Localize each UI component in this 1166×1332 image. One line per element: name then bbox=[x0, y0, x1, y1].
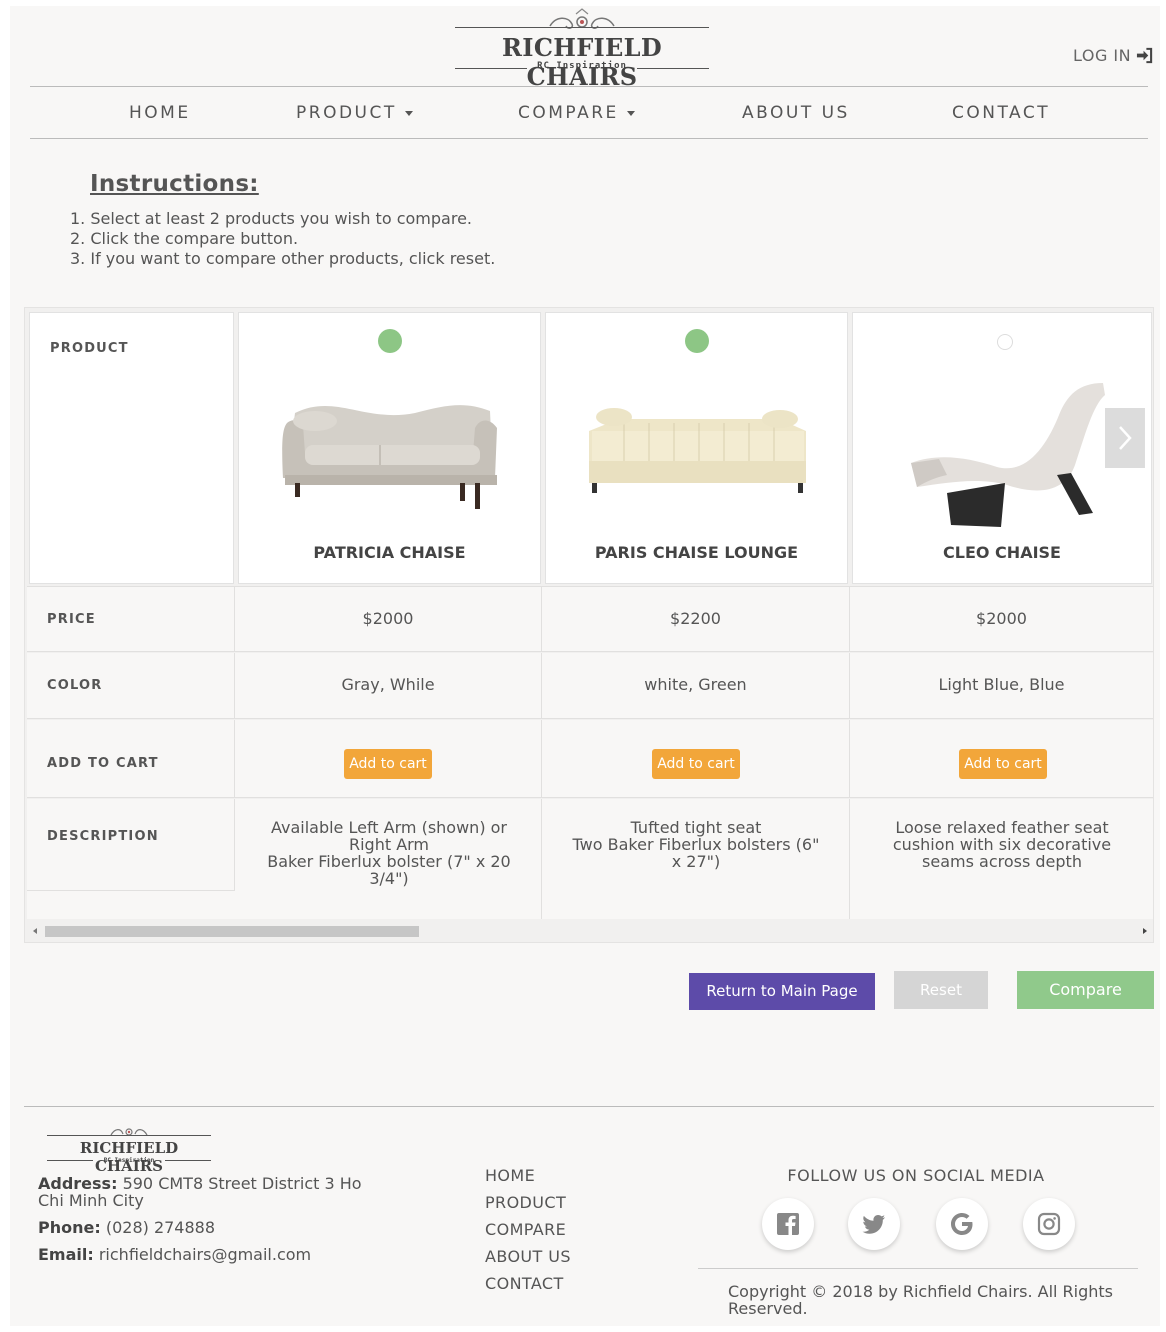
description-cell: Loose relaxed feather seat cushion with … bbox=[892, 818, 1112, 871]
footer-link-product[interactable]: PRODUCT bbox=[485, 1193, 571, 1220]
carousel-next-button[interactable] bbox=[1105, 408, 1145, 468]
facebook-icon bbox=[777, 1213, 799, 1235]
follow-us-label: FOLLOW US ON SOCIAL MEDIA bbox=[787, 1166, 1045, 1185]
compare-table: PRODUCT PATRICIA CHAISE PARIS CHAISE LOU… bbox=[24, 307, 1154, 943]
footer-link-contact[interactable]: CONTACT bbox=[485, 1274, 571, 1301]
footer-link-home[interactable]: HOME bbox=[485, 1166, 571, 1193]
instructions-list: 1. Select at least 2 products you wish t… bbox=[70, 209, 495, 269]
footer-email[interactable]: Email: richfieldchairs@gmail.com bbox=[38, 1246, 311, 1263]
product-row: PRODUCT PATRICIA CHAISE PARIS CHAISE LOU… bbox=[29, 312, 1152, 584]
price-cell: $2200 bbox=[542, 587, 850, 651]
chevron-right-icon bbox=[1119, 426, 1132, 450]
google-icon bbox=[951, 1213, 973, 1235]
google-button[interactable] bbox=[936, 1198, 988, 1250]
price-row: PRICE $2000 $2200 $2000 bbox=[27, 586, 1153, 652]
cart-cell: Add to cart bbox=[235, 720, 542, 797]
nav-contact[interactable]: CONTACT bbox=[952, 103, 1050, 123]
copyright-divider bbox=[698, 1268, 1138, 1269]
compare-button[interactable]: Compare bbox=[1017, 971, 1154, 1009]
footer-divider bbox=[24, 1106, 1154, 1107]
description-row: DESCRIPTION Available Left Arm (shown) o… bbox=[27, 799, 1153, 919]
twitter-icon bbox=[862, 1215, 885, 1234]
product-name: CLEO CHAISE bbox=[943, 543, 1061, 562]
facebook-button[interactable] bbox=[762, 1198, 814, 1250]
horizontal-scrollbar[interactable] bbox=[27, 922, 1153, 940]
color-row: COLOR Gray, While white, Green Light Blu… bbox=[27, 653, 1153, 719]
caret-down-icon bbox=[626, 110, 635, 116]
header-logo[interactable]: RICHFIELD CHAIRS RC Inspiration bbox=[455, 6, 709, 91]
nav-about-us[interactable]: ABOUT US bbox=[742, 103, 850, 123]
reset-button[interactable]: Reset bbox=[894, 971, 988, 1009]
footer-address: Address: 590 CMT8 Street District 3 Ho C… bbox=[38, 1174, 362, 1210]
price-cell: $2000 bbox=[976, 609, 1027, 628]
scrollbar-thumb[interactable] bbox=[45, 926, 419, 937]
login-label: LOG IN bbox=[1073, 46, 1132, 65]
cleo-chaise-image bbox=[911, 383, 1105, 527]
paris-chaise-lounge-image bbox=[589, 408, 806, 493]
row-label-product: PRODUCT bbox=[50, 341, 129, 356]
product-name: PARIS CHAISE LOUNGE bbox=[594, 543, 799, 562]
patricia-chaise-image bbox=[282, 405, 497, 509]
login-link[interactable]: LOG IN bbox=[1073, 46, 1153, 65]
main-nav: HOME PRODUCT COMPARE ABOUT US CONTACT bbox=[30, 86, 1148, 139]
instruction-step: 2. Click the compare button. bbox=[70, 229, 299, 248]
nav-compare[interactable]: COMPARE bbox=[518, 103, 635, 123]
add-to-cart-button[interactable]: Add to cart bbox=[652, 749, 740, 779]
color-cell: Light Blue, Blue bbox=[938, 675, 1065, 694]
description-cell: Available Left Arm (shown) or Right Arm … bbox=[235, 799, 542, 919]
row-label-color: COLOR bbox=[47, 678, 103, 693]
instagram-button[interactable] bbox=[1023, 1198, 1075, 1250]
return-main-page-button[interactable]: Return to Main Page bbox=[689, 973, 875, 1010]
instagram-icon bbox=[1037, 1212, 1061, 1236]
footer-link-about-us[interactable]: ABOUT US bbox=[485, 1247, 571, 1274]
select-radio[interactable] bbox=[997, 334, 1013, 350]
scroll-left-icon[interactable] bbox=[33, 928, 37, 934]
select-radio[interactable] bbox=[378, 329, 402, 353]
color-cell: Gray, While bbox=[235, 653, 542, 718]
instructions-title: Instructions: bbox=[90, 171, 259, 197]
row-label-price: PRICE bbox=[47, 612, 96, 627]
footer-logo[interactable]: RICHFIELD CHAIRS RC Inspiration bbox=[47, 1122, 211, 1175]
cart-cell: Add to cart bbox=[542, 720, 850, 797]
row-label-add-to-cart: ADD TO CART bbox=[47, 756, 159, 771]
caret-down-icon bbox=[404, 110, 413, 116]
logo-ornament-icon bbox=[549, 8, 615, 29]
nav-home[interactable]: HOME bbox=[129, 103, 191, 123]
add-to-cart-button[interactable]: Add to cart bbox=[344, 749, 432, 779]
copyright-text: Copyright © 2018 by Richfield Chairs. Al… bbox=[728, 1282, 1114, 1318]
add-to-cart-row: ADD TO CART Add to cart Add to cart Add … bbox=[27, 720, 1153, 798]
footer-link-compare[interactable]: COMPARE bbox=[485, 1220, 571, 1247]
logo-ornament-icon bbox=[110, 1128, 148, 1136]
footer-brand-tagline: RC Inspiration bbox=[103, 1157, 155, 1164]
instruction-step: 1. Select at least 2 products you wish t… bbox=[70, 209, 472, 228]
product-card: PATRICIA CHAISE bbox=[238, 312, 541, 584]
footer-links: HOME PRODUCT COMPARE ABOUT US CONTACT bbox=[485, 1166, 571, 1301]
page: RICHFIELD CHAIRS RC Inspiration LOG IN H… bbox=[10, 6, 1160, 1326]
brand-tagline: RC Inspiration bbox=[537, 61, 627, 71]
description-cell: Tufted tight seat Two Baker Fiberlux bol… bbox=[542, 799, 850, 919]
instruction-step: 3. If you want to compare other products… bbox=[70, 249, 496, 268]
scroll-right-icon[interactable] bbox=[1143, 928, 1147, 934]
color-cell: white, Green bbox=[542, 653, 850, 718]
nav-product[interactable]: PRODUCT bbox=[296, 103, 413, 123]
product-label-cell: PRODUCT bbox=[29, 312, 234, 584]
sign-in-icon bbox=[1137, 47, 1153, 64]
product-card: PARIS CHAISE LOUNGE bbox=[545, 312, 848, 584]
cart-cell: Add to cart bbox=[850, 720, 1153, 797]
price-cell: $2000 bbox=[235, 587, 542, 651]
product-name: PATRICIA CHAISE bbox=[313, 543, 466, 562]
select-radio[interactable] bbox=[685, 329, 709, 353]
twitter-button[interactable] bbox=[848, 1198, 900, 1250]
add-to-cart-button[interactable]: Add to cart bbox=[959, 749, 1047, 779]
footer-phone: Phone: (028) 274888 bbox=[38, 1218, 216, 1237]
row-label-description: DESCRIPTION bbox=[47, 829, 159, 844]
